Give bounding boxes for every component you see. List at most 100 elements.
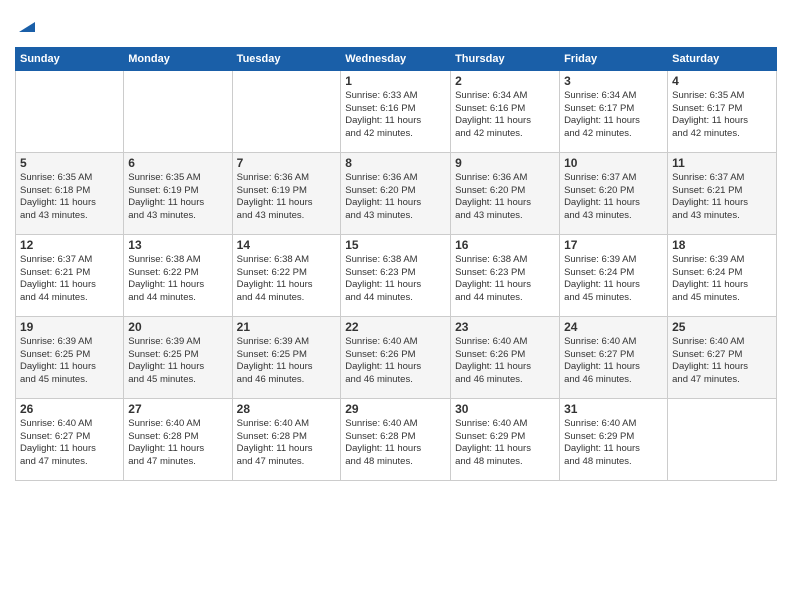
day-number: 12	[20, 238, 119, 252]
day-number: 7	[237, 156, 337, 170]
page: SundayMondayTuesdayWednesdayThursdayFrid…	[0, 0, 792, 612]
calendar-cell: 8 Sunrise: 6:36 AM Sunset: 6:20 PM Daylig…	[341, 152, 451, 234]
calendar-cell: 1Sunrise: 6:33 AM Sunset: 6:16 PM Daylig…	[341, 70, 451, 152]
day-info: Sunrise: 6:37 AM Sunset: 6:21 PM Dayligh…	[20, 254, 119, 305]
calendar-cell: 31 Sunrise: 6:40 AM Sunset: 6:29 PM Dayli…	[560, 398, 668, 480]
day-info: Sunrise: 6:34 AM Sunset: 6:16 PM Dayligh…	[455, 90, 555, 141]
day-number: 14	[237, 238, 337, 252]
calendar-cell	[124, 70, 232, 152]
day-number: 30	[455, 402, 555, 416]
calendar-cell: 26 Sunrise: 6:40 AM Sunset: 6:27 PM Dayli…	[16, 398, 124, 480]
day-number: 16	[455, 238, 555, 252]
calendar-cell: 7 Sunrise: 6:36 AM Sunset: 6:19 PM Daylig…	[232, 152, 341, 234]
day-number: 11	[672, 156, 772, 170]
day-info: Sunrise: 6:40 AM Sunset: 6:28 PM Dayligh…	[237, 418, 337, 469]
day-info: Sunrise: 6:40 AM Sunset: 6:26 PM Dayligh…	[345, 336, 446, 387]
day-info: Sunrise: 6:39 AM Sunset: 6:24 PM Dayligh…	[672, 254, 772, 305]
day-info: Sunrise: 6:38 AM Sunset: 6:23 PM Dayligh…	[455, 254, 555, 305]
calendar-cell: 25Sunrise: 6:40 AM Sunset: 6:27 PM Dayli…	[668, 316, 777, 398]
day-info: Sunrise: 6:36 AM Sunset: 6:19 PM Dayligh…	[237, 172, 337, 223]
day-number: 21	[237, 320, 337, 334]
day-number: 22	[345, 320, 446, 334]
calendar-week-2: 5 Sunrise: 6:35 AM Sunset: 6:18 PM Daylig…	[16, 152, 777, 234]
calendar-cell: 24 Sunrise: 6:40 AM Sunset: 6:27 PM Dayli…	[560, 316, 668, 398]
calendar-week-4: 19 Sunrise: 6:39 AM Sunset: 6:25 PM Dayli…	[16, 316, 777, 398]
weekday-header-row: SundayMondayTuesdayWednesdayThursdayFrid…	[16, 47, 777, 70]
calendar-cell	[232, 70, 341, 152]
weekday-header-sunday: Sunday	[16, 47, 124, 70]
calendar-cell: 20Sunrise: 6:39 AM Sunset: 6:25 PM Dayli…	[124, 316, 232, 398]
weekday-header-friday: Friday	[560, 47, 668, 70]
day-info: Sunrise: 6:35 AM Sunset: 6:18 PM Dayligh…	[20, 172, 119, 223]
day-info: Sunrise: 6:38 AM Sunset: 6:22 PM Dayligh…	[128, 254, 227, 305]
day-number: 23	[455, 320, 555, 334]
calendar-cell: 21 Sunrise: 6:39 AM Sunset: 6:25 PM Dayli…	[232, 316, 341, 398]
day-number: 6	[128, 156, 227, 170]
calendar-cell: 17 Sunrise: 6:39 AM Sunset: 6:24 PM Dayli…	[560, 234, 668, 316]
day-info: Sunrise: 6:39 AM Sunset: 6:24 PM Dayligh…	[564, 254, 663, 305]
calendar-cell: 13 Sunrise: 6:38 AM Sunset: 6:22 PM Dayli…	[124, 234, 232, 316]
day-info: Sunrise: 6:40 AM Sunset: 6:27 PM Dayligh…	[564, 336, 663, 387]
day-info: Sunrise: 6:40 AM Sunset: 6:27 PM Dayligh…	[20, 418, 119, 469]
day-number: 8	[345, 156, 446, 170]
day-number: 13	[128, 238, 227, 252]
calendar-cell: 2 Sunrise: 6:34 AM Sunset: 6:16 PM Daylig…	[451, 70, 560, 152]
calendar-cell: 28 Sunrise: 6:40 AM Sunset: 6:28 PM Dayli…	[232, 398, 341, 480]
day-info: Sunrise: 6:40 AM Sunset: 6:27 PM Dayligh…	[672, 336, 772, 387]
day-info: Sunrise: 6:37 AM Sunset: 6:20 PM Dayligh…	[564, 172, 663, 223]
day-number: 31	[564, 402, 663, 416]
day-info: Sunrise: 6:38 AM Sunset: 6:23 PM Dayligh…	[345, 254, 446, 305]
day-info: Sunrise: 6:36 AM Sunset: 6:20 PM Dayligh…	[345, 172, 446, 223]
calendar-cell: 5 Sunrise: 6:35 AM Sunset: 6:18 PM Daylig…	[16, 152, 124, 234]
calendar-cell: 23 Sunrise: 6:40 AM Sunset: 6:26 PM Dayli…	[451, 316, 560, 398]
calendar-cell: 22 Sunrise: 6:40 AM Sunset: 6:26 PM Dayli…	[341, 316, 451, 398]
day-number: 17	[564, 238, 663, 252]
day-info: Sunrise: 6:40 AM Sunset: 6:28 PM Dayligh…	[128, 418, 227, 469]
day-number: 3	[564, 74, 663, 88]
logo-content	[15, 14, 37, 39]
calendar-cell: 6 Sunrise: 6:35 AM Sunset: 6:19 PM Daylig…	[124, 152, 232, 234]
day-info: Sunrise: 6:35 AM Sunset: 6:19 PM Dayligh…	[128, 172, 227, 223]
weekday-header-thursday: Thursday	[451, 47, 560, 70]
day-number: 27	[128, 402, 227, 416]
calendar-cell: 9 Sunrise: 6:36 AM Sunset: 6:20 PM Daylig…	[451, 152, 560, 234]
day-number: 10	[564, 156, 663, 170]
calendar-cell	[16, 70, 124, 152]
day-info: Sunrise: 6:39 AM Sunset: 6:25 PM Dayligh…	[237, 336, 337, 387]
day-number: 19	[20, 320, 119, 334]
day-number: 2	[455, 74, 555, 88]
day-number: 5	[20, 156, 119, 170]
day-number: 4	[672, 74, 772, 88]
day-info: Sunrise: 6:36 AM Sunset: 6:20 PM Dayligh…	[455, 172, 555, 223]
day-number: 9	[455, 156, 555, 170]
day-number: 28	[237, 402, 337, 416]
day-number: 15	[345, 238, 446, 252]
calendar-week-5: 26 Sunrise: 6:40 AM Sunset: 6:27 PM Dayli…	[16, 398, 777, 480]
calendar-cell: 4 Sunrise: 6:35 AM Sunset: 6:17 PM Daylig…	[668, 70, 777, 152]
weekday-header-wednesday: Wednesday	[341, 47, 451, 70]
day-number: 20	[128, 320, 227, 334]
day-info: Sunrise: 6:40 AM Sunset: 6:29 PM Dayligh…	[564, 418, 663, 469]
day-number: 24	[564, 320, 663, 334]
day-info: Sunrise: 6:40 AM Sunset: 6:26 PM Dayligh…	[455, 336, 555, 387]
calendar-cell: 11 Sunrise: 6:37 AM Sunset: 6:21 PM Dayli…	[668, 152, 777, 234]
calendar-cell: 12 Sunrise: 6:37 AM Sunset: 6:21 PM Dayli…	[16, 234, 124, 316]
calendar-cell: 14 Sunrise: 6:38 AM Sunset: 6:22 PM Dayli…	[232, 234, 341, 316]
weekday-header-monday: Monday	[124, 47, 232, 70]
weekday-header-saturday: Saturday	[668, 47, 777, 70]
calendar-cell: 10 Sunrise: 6:37 AM Sunset: 6:20 PM Dayli…	[560, 152, 668, 234]
day-info: Sunrise: 6:37 AM Sunset: 6:21 PM Dayligh…	[672, 172, 772, 223]
header	[15, 10, 777, 39]
day-info: Sunrise: 6:35 AM Sunset: 6:17 PM Dayligh…	[672, 90, 772, 141]
calendar-cell: 18Sunrise: 6:39 AM Sunset: 6:24 PM Dayli…	[668, 234, 777, 316]
day-info: Sunrise: 6:40 AM Sunset: 6:28 PM Dayligh…	[345, 418, 446, 469]
calendar-cell: 27 Sunrise: 6:40 AM Sunset: 6:28 PM Dayli…	[124, 398, 232, 480]
logo	[15, 14, 37, 39]
calendar-cell: 19Sunrise: 6:39 AM Sunset: 6:25 PM Dayli…	[16, 316, 124, 398]
day-number: 26	[20, 402, 119, 416]
day-info: Sunrise: 6:38 AM Sunset: 6:22 PM Dayligh…	[237, 254, 337, 305]
calendar-week-1: 1Sunrise: 6:33 AM Sunset: 6:16 PM Daylig…	[16, 70, 777, 152]
calendar-cell	[668, 398, 777, 480]
day-info: Sunrise: 6:34 AM Sunset: 6:17 PM Dayligh…	[564, 90, 663, 141]
day-number: 1	[345, 74, 446, 88]
